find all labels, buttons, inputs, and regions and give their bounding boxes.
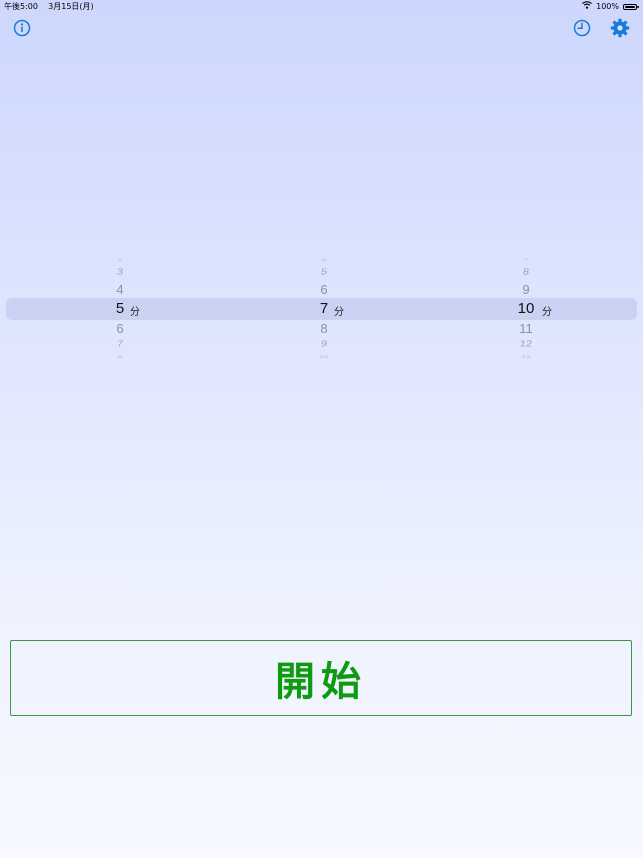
- time-picker[interactable]: 2 3 4 5 分 6 7 8 4 5 6 7 分 8 9 10 7 8 9 1…: [0, 252, 643, 364]
- picker-option[interactable]: 4: [62, 282, 178, 297]
- picker-option[interactable]: 2: [62, 257, 178, 262]
- picker-option[interactable]: 4: [266, 257, 382, 262]
- picker-option[interactable]: 5: [265, 267, 382, 277]
- status-indicators: 100%: [582, 0, 639, 14]
- picker-option[interactable]: 9: [468, 282, 584, 297]
- status-time: 午後5:00: [4, 2, 38, 11]
- picker-option[interactable]: 9: [265, 339, 382, 349]
- picker-option[interactable]: 11: [468, 321, 584, 336]
- start-button[interactable]: 開始: [10, 640, 632, 716]
- picker-selected-value[interactable]: 5: [62, 300, 178, 317]
- picker-option[interactable]: 3: [61, 267, 178, 277]
- battery-icon: [623, 4, 639, 10]
- info-icon: [13, 19, 31, 37]
- picker-option[interactable]: 8: [467, 267, 584, 277]
- picker-wheel-3[interactable]: 7 8 9 10 分 11 12 13: [468, 252, 588, 364]
- picker-option[interactable]: 8: [62, 354, 178, 359]
- start-button-label: 開始: [275, 659, 367, 705]
- history-button[interactable]: [572, 18, 592, 38]
- picker-unit-label: 分: [542, 307, 552, 318]
- picker-selected-value[interactable]: 7: [266, 300, 382, 317]
- clock-icon: [573, 19, 591, 37]
- status-time-date: 午後5:00 3月15日(月): [4, 0, 94, 14]
- gear-icon: [610, 18, 630, 38]
- picker-option[interactable]: 6: [62, 321, 178, 336]
- picker-wheel-2[interactable]: 4 5 6 7 分 8 9 10: [266, 252, 386, 364]
- picker-wheel-1[interactable]: 2 3 4 5 分 6 7 8: [62, 252, 182, 364]
- picker-option[interactable]: 6: [266, 282, 382, 297]
- battery-percent: 100%: [596, 2, 619, 11]
- info-button[interactable]: [12, 18, 32, 38]
- picker-option[interactable]: 7: [468, 257, 584, 262]
- wifi-icon: [582, 0, 593, 14]
- picker-option[interactable]: 10: [266, 354, 382, 359]
- picker-option[interactable]: 13: [468, 354, 584, 359]
- picker-option[interactable]: 7: [61, 339, 178, 349]
- status-bar: 午後5:00 3月15日(月) 100%: [0, 0, 643, 14]
- picker-option[interactable]: 8: [266, 321, 382, 336]
- picker-selected-value[interactable]: 10: [468, 300, 584, 317]
- settings-button[interactable]: [610, 18, 630, 38]
- picker-option[interactable]: 12: [467, 339, 584, 349]
- picker-unit-label: 分: [334, 307, 344, 318]
- status-date: 3月15日(月): [48, 2, 94, 11]
- picker-unit-label: 分: [130, 307, 140, 318]
